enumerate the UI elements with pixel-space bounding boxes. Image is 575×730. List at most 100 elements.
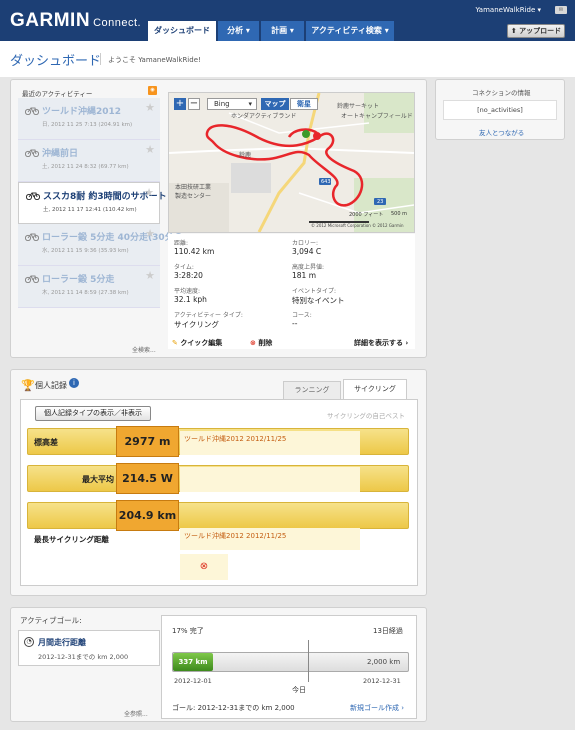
map-label: 643 xyxy=(321,179,331,185)
stat-label: カロリー: xyxy=(292,240,319,247)
activity-list-item[interactable]: ローラー鍛 5分走 40分走(30分の 水, 2012 11 15 9:36 (3… xyxy=(18,224,183,266)
goal-subtitle: 2012-12-31までの km 2,000 xyxy=(38,653,129,661)
new-goal-link[interactable]: 新規ゴール作成 › xyxy=(350,703,404,713)
goal-progress-fill: 337 km xyxy=(173,653,213,671)
activity-list-item[interactable]: ツールド沖縄2012 日, 2012 11 25 7:13 (204.91 km)… xyxy=(18,98,160,140)
record-name: 最長サイクリング距離 xyxy=(34,535,109,544)
delete-icon[interactable]: ⊗ xyxy=(180,554,228,580)
tab-activity-search[interactable]: アクティビティ検索 ▾ xyxy=(306,21,395,41)
star-icon[interactable]: ★ xyxy=(145,143,155,156)
record-value[interactable]: 214.5 W xyxy=(116,463,179,494)
active-goals-heading: アクティブゴール: xyxy=(20,616,82,625)
record-value[interactable]: 204.9 km xyxy=(116,500,179,531)
map-scale-metric: 500 m xyxy=(391,211,408,217)
activity-title[interactable]: ローラー鍛 5分走 40分走(30分の xyxy=(42,230,183,243)
activity-date: 土, 2012 11 24 8:32 (69.77 km) xyxy=(42,164,129,170)
goal-end-date: 2012-12-31 xyxy=(363,677,401,685)
activity-list-item[interactable]: ローラー鍛 5分走木, 2012 11 14 8:59 (27.38 km) ★ xyxy=(18,266,160,308)
stat-label: アクティビティー タイプ: xyxy=(174,312,243,319)
map-label: ホンダアクティブランド xyxy=(231,113,297,120)
activity-title[interactable]: 沖縄前日 xyxy=(42,146,78,159)
stat-value: 110.42 km xyxy=(174,247,215,256)
activity-date: 日, 2012 11 25 7:13 (204.91 km) xyxy=(42,122,133,128)
bicycle-icon xyxy=(25,149,39,157)
record-bar xyxy=(27,502,409,529)
goal-title[interactable]: 月間走行距離 xyxy=(38,637,86,648)
trophy-icon: 🏆 xyxy=(21,379,35,392)
map-label: 鈴鹿サーキット xyxy=(337,103,380,110)
welcome-message: ようこそ YamaneWalkRide! xyxy=(108,56,201,64)
record-value[interactable]: 2977 m xyxy=(116,426,179,457)
recent-activity-heading: 最近のアクティビティー xyxy=(22,90,93,98)
goal-footer: ゴール: 2012-12-31までの km 2,000 xyxy=(172,704,295,712)
today-marker xyxy=(308,640,309,682)
stat-label: タイム: xyxy=(174,264,194,271)
map-type-aerial-button[interactable]: 衛星 xyxy=(290,98,318,110)
see-all-goals-link[interactable]: 全参照... xyxy=(124,709,148,718)
activity-list-item[interactable]: ススカ8耐 約3時間のサポート 土, 2012 11 17 12:41 (110.… xyxy=(18,182,167,224)
record-name: 最大平均 xyxy=(82,475,114,484)
star-icon[interactable]: ★ xyxy=(145,269,155,282)
activity-list-item[interactable]: 沖縄前日土, 2012 11 24 8:32 (69.77 km) ★ xyxy=(18,140,160,182)
activity-date: 土, 2012 11 17 12:41 (110.42 km) xyxy=(43,207,137,213)
stat-value: -- xyxy=(292,319,298,328)
record-description[interactable]: ツールド沖縄2012 2012/11/25 xyxy=(180,431,360,455)
delete-icon: ⊗ xyxy=(250,339,256,347)
bicycle-icon xyxy=(25,233,39,241)
map-label: 製造センター xyxy=(175,193,212,200)
record-name: 標高差 xyxy=(34,438,58,447)
star-icon[interactable]: ★ xyxy=(145,101,155,114)
stat-value: 181 m xyxy=(292,271,317,280)
toggle-record-types-button[interactable]: 個人記録タイプの表示／非表示 xyxy=(35,406,151,421)
info-icon[interactable]: i xyxy=(69,378,79,388)
stat-value: 3:28:20 xyxy=(174,271,203,280)
map-copyright: © 2012 Microsoft Corporation © 2012 Garm… xyxy=(311,223,404,228)
activity-date: 木, 2012 11 14 8:59 (27.38 km) xyxy=(42,290,129,296)
record-description[interactable]: ツールド沖縄2012 2012/11/25 xyxy=(180,528,360,550)
page-title: ダッシュボード xyxy=(10,54,102,69)
goal-start-date: 2012-12-01 xyxy=(174,677,212,685)
connections-heading: コネクションの情報 xyxy=(472,89,531,97)
tab-analysis[interactable]: 分析 ▾ xyxy=(218,21,260,41)
activity-title[interactable]: ツールド沖縄2012 xyxy=(42,104,121,117)
zoom-out-button[interactable]: − xyxy=(188,98,200,110)
tab-dashboard[interactable]: ダッシュボード xyxy=(148,21,217,41)
stat-label: イベントタイプ: xyxy=(292,288,337,295)
tab-cycling[interactable]: サイクリング xyxy=(343,379,407,400)
map-label: 鈴鹿 xyxy=(239,152,252,159)
mail-icon[interactable]: ✉ xyxy=(555,6,567,14)
see-all-activities-link[interactable]: 全検索... xyxy=(132,345,156,354)
bicycle-icon xyxy=(26,192,40,200)
stat-label: コース: xyxy=(292,312,312,319)
tab-running[interactable]: ランニング xyxy=(283,381,341,400)
star-icon[interactable]: ★ xyxy=(145,227,155,240)
connections-value: [no_activities] xyxy=(443,100,557,120)
map-provider-select[interactable]: Bing ▾ xyxy=(207,98,257,110)
map-label: 本田技研工業 xyxy=(175,184,212,191)
tab-plan[interactable]: 計画 ▾ xyxy=(261,21,305,41)
quick-edit-link[interactable]: ✎ クイック編集 xyxy=(172,338,222,348)
connect-friends-link[interactable]: 友人とつながる xyxy=(479,127,524,137)
show-detail-link[interactable]: 詳細を表示する › xyxy=(354,338,408,348)
activity-title[interactable]: ローラー鍛 5分走 xyxy=(42,272,114,285)
cycling-best-label: サイクリングの自己ベスト xyxy=(327,412,405,420)
star-icon[interactable]: ★ xyxy=(144,186,154,199)
bicycle-icon xyxy=(25,107,39,115)
user-menu[interactable]: YamaneWalkRide ▾ xyxy=(475,6,541,14)
zoom-in-button[interactable]: + xyxy=(174,98,186,110)
garmin-connect-logo[interactable]: GARMIN Connect. xyxy=(10,10,141,32)
upload-button[interactable]: ⬆ アップロード xyxy=(507,24,565,38)
map-label: 23 xyxy=(377,199,384,205)
record-description[interactable] xyxy=(180,467,360,492)
stat-value: 32.1 kph xyxy=(174,295,207,304)
goal-progress-label: 17% 完了 xyxy=(172,627,204,635)
map-type-map-button[interactable]: マップ xyxy=(261,98,289,110)
activity-map[interactable]: + − Bing ▾ マップ 衛星 鈴鹿サーキット オートキャンプフィールド ホン… xyxy=(168,92,415,233)
delete-link[interactable]: ⊗ 削除 xyxy=(250,338,272,348)
stat-label: 距離: xyxy=(174,240,189,247)
stat-value: 3,094 C xyxy=(292,247,322,256)
personal-records-heading: 個人記録 xyxy=(35,381,67,390)
stat-label: 高度上昇値: xyxy=(292,264,325,271)
goal-target-value: 2,000 km xyxy=(367,658,401,666)
rss-icon[interactable]: ◉ xyxy=(148,86,157,95)
